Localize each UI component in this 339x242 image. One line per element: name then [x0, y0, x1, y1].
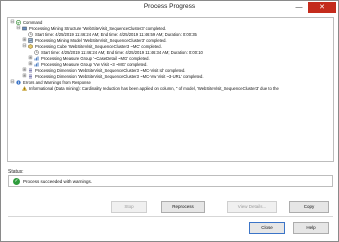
tree-row-label: Informational (Data mining): Cardinality… [29, 86, 279, 91]
help-button[interactable]: Help [293, 222, 329, 234]
measure-group-icon [34, 62, 39, 67]
expand-icon[interactable]: ⊞ [28, 62, 33, 67]
measure-group-icon [34, 56, 39, 61]
minimize-button[interactable]: — [292, 2, 306, 13]
window-title: Process Progress [143, 3, 196, 10]
stop-button[interactable]: Stop [111, 201, 147, 213]
close-window-button[interactable]: ✕ [308, 2, 336, 13]
collapse-icon[interactable]: ⊟ [10, 20, 15, 25]
close-button[interactable]: Close [249, 222, 285, 234]
status-message: Process succeeded with warnings. [23, 179, 93, 184]
warning-icon [22, 86, 27, 91]
collapse-icon[interactable]: ⊟ [22, 44, 27, 49]
dimension-icon [29, 74, 32, 79]
info-icon [16, 80, 21, 85]
collapse-icon[interactable]: ⊟ [16, 26, 21, 31]
clock-icon [34, 50, 39, 55]
mining-model-icon [28, 38, 33, 43]
reprocess-button[interactable]: Reprocess [161, 201, 205, 213]
process-progress-window: Process Progress — ✕ ⊟ Command ⊟ Process… [0, 0, 339, 242]
expand-icon[interactable]: ⊞ [22, 74, 27, 79]
clock-icon [28, 32, 33, 37]
tree-row-warning[interactable]: Informational (Data mining): Cardinality… [22, 86, 332, 92]
collapse-icon[interactable]: ⊟ [10, 80, 15, 85]
success-check-icon: ✓ [13, 178, 20, 185]
status-box: ✓ Process succeeded with warnings. [8, 175, 333, 187]
view-details-button[interactable]: View Details... [227, 201, 277, 213]
button-separator [8, 216, 333, 217]
copy-button[interactable]: Copy [289, 201, 329, 213]
mining-structure-icon [22, 26, 27, 31]
title-bar: Process Progress — ✕ [1, 1, 338, 15]
progress-tree[interactable]: ⊟ Command ⊟ Processing Mining Structure … [7, 17, 334, 162]
dimension-icon [29, 68, 32, 73]
cube-icon [28, 44, 33, 49]
